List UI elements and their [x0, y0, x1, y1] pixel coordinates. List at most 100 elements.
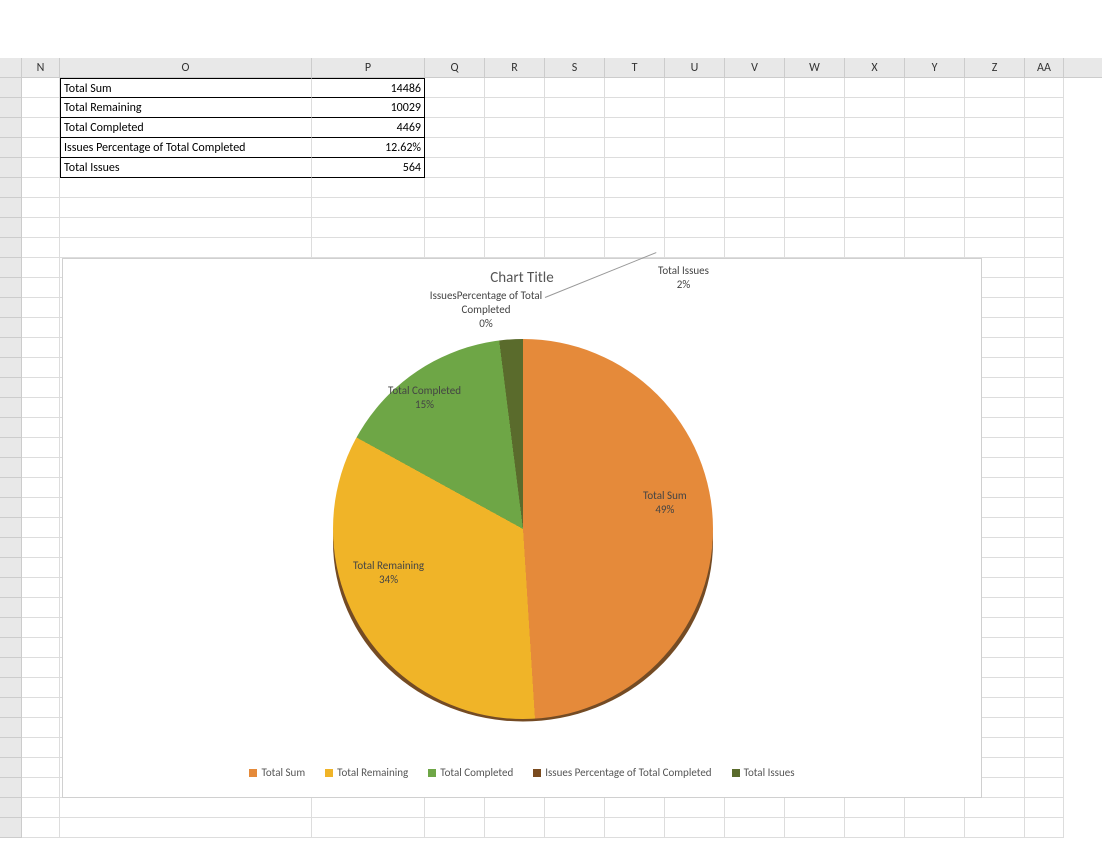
cell[interactable]: [1025, 198, 1064, 218]
cell[interactable]: [425, 198, 485, 218]
cell[interactable]: [905, 118, 965, 138]
col-header-P[interactable]: P: [312, 58, 425, 77]
row-header[interactable]: [0, 338, 22, 358]
cell[interactable]: [22, 278, 60, 298]
cell[interactable]: [545, 158, 605, 178]
cell[interactable]: [425, 798, 485, 818]
cell[interactable]: [1025, 518, 1064, 538]
cell[interactable]: [665, 138, 725, 158]
cell[interactable]: [605, 178, 665, 198]
cell[interactable]: [485, 218, 545, 238]
cell[interactable]: [22, 538, 60, 558]
cell[interactable]: [785, 138, 845, 158]
cell[interactable]: [845, 238, 905, 258]
cell[interactable]: [965, 198, 1025, 218]
cell[interactable]: [785, 78, 845, 98]
cell[interactable]: [1025, 798, 1064, 818]
cell[interactable]: [485, 198, 545, 218]
row-header[interactable]: [0, 678, 22, 698]
cell[interactable]: [1025, 218, 1064, 238]
cell[interactable]: [312, 238, 425, 258]
cell[interactable]: [785, 798, 845, 818]
cell[interactable]: [22, 358, 60, 378]
cell[interactable]: [665, 158, 725, 178]
cell[interactable]: [965, 158, 1025, 178]
cell[interactable]: [485, 118, 545, 138]
data-label-cell[interactable]: Total Completed: [60, 118, 312, 138]
row-header[interactable]: [0, 458, 22, 478]
chart-object[interactable]: Chart Title Total Sum49% Total Remaining…: [62, 258, 982, 798]
cell[interactable]: [725, 238, 785, 258]
cell[interactable]: [1025, 478, 1064, 498]
cell[interactable]: [1025, 778, 1064, 798]
cell[interactable]: [605, 818, 665, 838]
cell[interactable]: [312, 218, 425, 238]
cell[interactable]: [785, 158, 845, 178]
row-header[interactable]: [0, 118, 22, 138]
cell[interactable]: [1025, 158, 1064, 178]
cell[interactable]: [905, 178, 965, 198]
cell[interactable]: [60, 818, 312, 838]
cell[interactable]: [22, 738, 60, 758]
cell[interactable]: [1025, 78, 1064, 98]
cell[interactable]: [965, 78, 1025, 98]
cell[interactable]: [425, 78, 485, 98]
cell[interactable]: [605, 138, 665, 158]
cell[interactable]: [785, 178, 845, 198]
row-header[interactable]: [0, 398, 22, 418]
cell[interactable]: [22, 98, 60, 118]
row-header[interactable]: [0, 818, 22, 838]
cell[interactable]: [665, 78, 725, 98]
col-header-W[interactable]: W: [785, 58, 845, 77]
row-header[interactable]: [0, 558, 22, 578]
cell[interactable]: [485, 158, 545, 178]
cell[interactable]: [785, 118, 845, 138]
cell[interactable]: [1025, 538, 1064, 558]
cell[interactable]: [1025, 658, 1064, 678]
cell[interactable]: [22, 318, 60, 338]
cell[interactable]: [22, 438, 60, 458]
cell[interactable]: [785, 238, 845, 258]
cell[interactable]: [605, 218, 665, 238]
cell[interactable]: [665, 118, 725, 138]
row-header[interactable]: [0, 238, 22, 258]
cell[interactable]: [785, 818, 845, 838]
cell[interactable]: [905, 98, 965, 118]
cell[interactable]: [60, 798, 312, 818]
cell[interactable]: [665, 218, 725, 238]
cell[interactable]: [1025, 98, 1064, 118]
cell[interactable]: [1025, 718, 1064, 738]
cell[interactable]: [545, 238, 605, 258]
cell[interactable]: [905, 798, 965, 818]
cell[interactable]: [905, 198, 965, 218]
data-value-cell[interactable]: 4469: [312, 118, 425, 138]
cell[interactable]: [22, 378, 60, 398]
cell[interactable]: [785, 98, 845, 118]
cell[interactable]: [845, 78, 905, 98]
col-header-V[interactable]: V: [725, 58, 785, 77]
cell[interactable]: [22, 178, 60, 198]
cell[interactable]: [665, 818, 725, 838]
cell[interactable]: [22, 518, 60, 538]
cell[interactable]: [425, 158, 485, 178]
row-header[interactable]: [0, 798, 22, 818]
col-header-X[interactable]: X: [845, 58, 905, 77]
row-header[interactable]: [0, 178, 22, 198]
cell[interactable]: [1025, 338, 1064, 358]
cell[interactable]: [1025, 318, 1064, 338]
data-label-cell[interactable]: Total Sum: [60, 78, 312, 98]
cell[interactable]: [1025, 238, 1064, 258]
data-label-cell[interactable]: Total Remaining: [60, 98, 312, 118]
row-header[interactable]: [0, 358, 22, 378]
col-header-N[interactable]: N: [22, 58, 60, 77]
cell[interactable]: [905, 158, 965, 178]
row-header[interactable]: [0, 618, 22, 638]
col-header-Q[interactable]: Q: [425, 58, 485, 77]
cell[interactable]: [1025, 818, 1064, 838]
cell[interactable]: [725, 818, 785, 838]
cell[interactable]: [965, 798, 1025, 818]
cell[interactable]: [1025, 118, 1064, 138]
cell[interactable]: [22, 198, 60, 218]
cell[interactable]: [665, 198, 725, 218]
cell[interactable]: [312, 798, 425, 818]
